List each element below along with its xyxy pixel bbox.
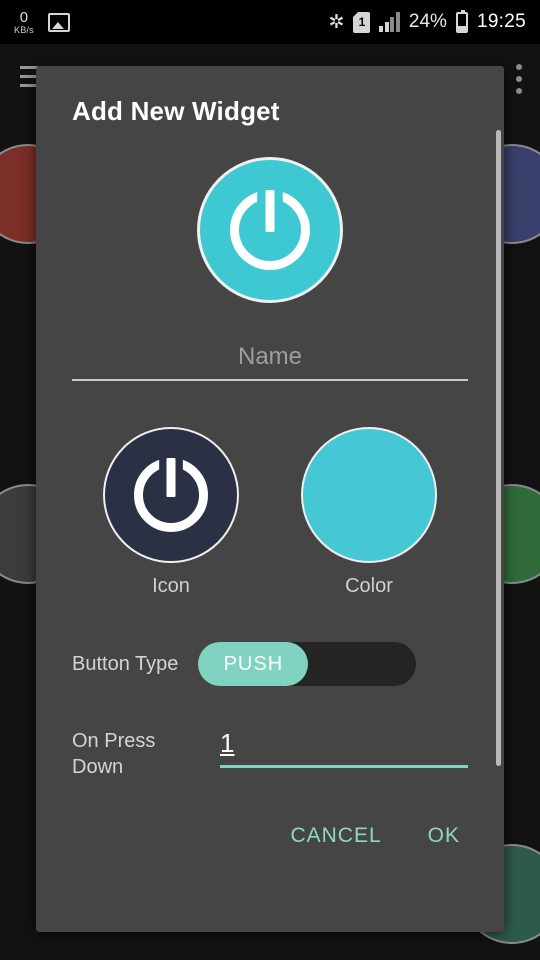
status-bar-left: 0 KB/s (14, 10, 70, 35)
button-type-toggle-thumb[interactable]: PUSH (198, 642, 309, 686)
picker-row: Icon Color (36, 427, 504, 598)
signal-bar (390, 17, 395, 32)
dialog-actions: CANCEL OK (36, 818, 504, 854)
network-speed-value: 0 (19, 8, 29, 26)
icon-picker-button[interactable] (103, 427, 239, 563)
on-press-down-label: On Press Down (72, 730, 156, 778)
cancel-button[interactable]: CANCEL (288, 818, 383, 854)
signal-bar (379, 26, 384, 32)
sim-card-icon: 1 (353, 11, 371, 33)
network-speed-unit: KB/s (14, 24, 34, 35)
button-type-label: Button Type (72, 652, 179, 675)
widget-preview-button[interactable] (197, 157, 343, 303)
sim-number: 1 (358, 15, 366, 29)
dialog-title: Add New Widget (72, 96, 280, 126)
status-bar-clock: 19:25 (476, 11, 526, 32)
widget-preview-section (36, 157, 504, 303)
button-type-row: Button Type PUSH (36, 642, 504, 686)
overflow-menu-icon[interactable] (516, 64, 522, 100)
signal-bars-icon (379, 12, 400, 32)
color-picker[interactable]: Color (270, 427, 468, 598)
power-icon (134, 458, 208, 532)
name-field-row (72, 343, 468, 381)
status-bar: 0 KB/s ✲ 1 24% 19:25 (0, 0, 540, 44)
phone-screen: 0 KB/s ✲ 1 24% 19:25 Add New Widget Name… (0, 0, 540, 960)
ok-button[interactable]: OK (426, 818, 462, 854)
add-widget-dialog: Add New Widget Icon (36, 66, 504, 932)
icon-picker[interactable]: Icon (72, 427, 270, 598)
battery-fill (457, 26, 466, 31)
vertical-scrollbar[interactable] (496, 130, 501, 766)
on-press-down-row: On Press Down (36, 728, 504, 780)
network-speed-indicator: 0 KB/s (14, 10, 34, 35)
color-picker-label: Color (345, 575, 393, 597)
overflow-dot (516, 76, 522, 82)
on-press-down-field (220, 728, 468, 768)
overflow-dot (516, 64, 522, 70)
power-icon (230, 190, 310, 270)
signal-bar (395, 12, 400, 32)
signal-bar (384, 22, 389, 32)
battery-percent: 24% (408, 11, 447, 32)
name-input[interactable] (72, 343, 468, 381)
overflow-dot (516, 88, 522, 94)
color-picker-swatch[interactable] (301, 427, 437, 563)
bluetooth-icon: ✲ (328, 11, 345, 33)
battery-icon (455, 9, 468, 33)
status-bar-right: ✲ 1 24% 19:25 (328, 9, 527, 33)
image-icon (47, 12, 70, 32)
button-type-selected-label: PUSH (223, 652, 284, 675)
button-type-toggle[interactable]: PUSH (198, 642, 417, 686)
on-press-down-input[interactable] (220, 728, 468, 768)
icon-picker-label: Icon (152, 575, 190, 597)
